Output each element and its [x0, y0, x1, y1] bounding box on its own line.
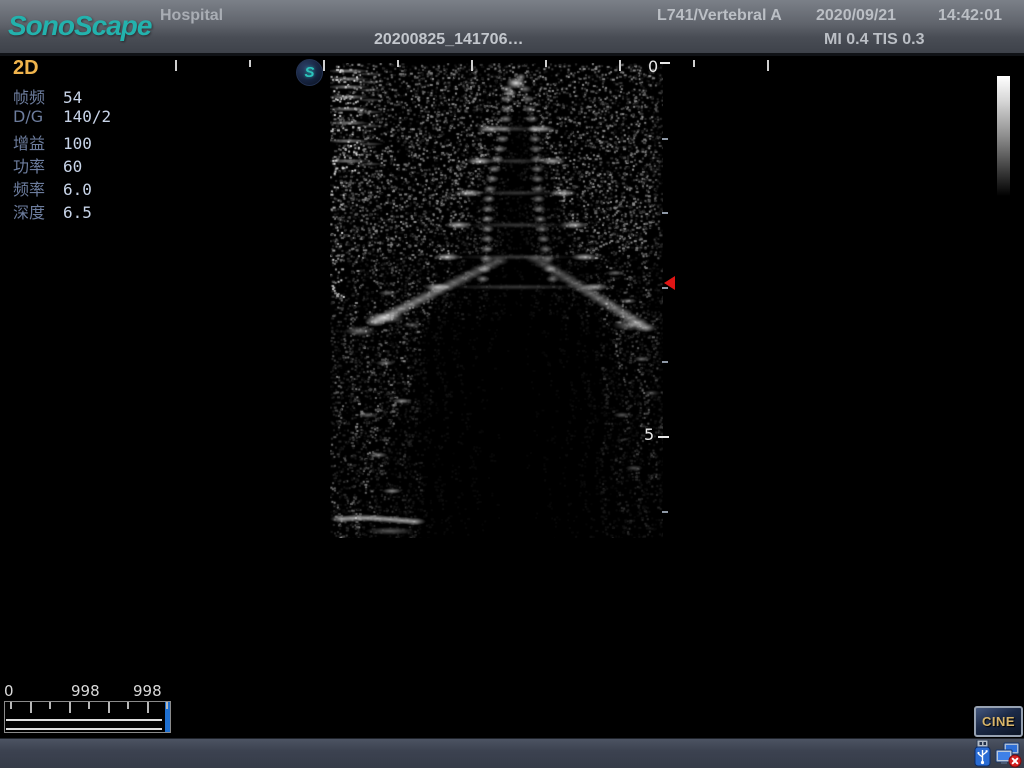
- cine-button[interactable]: CINE: [974, 706, 1023, 737]
- cine-tick: [127, 702, 129, 709]
- param-label: 帧频: [13, 84, 63, 108]
- ruler-tick: [175, 60, 177, 71]
- network-offline-icon[interactable]: [994, 742, 1022, 768]
- grayscale-map-bar: [997, 76, 1010, 196]
- ruler-tick: [471, 60, 473, 71]
- param-value: 140/2: [63, 107, 111, 126]
- focus-marker-icon: [664, 276, 675, 290]
- exam-id: 20200825_141706…: [374, 31, 523, 49]
- param-value: 60: [63, 157, 82, 176]
- sonoscape-logo: SonoScape: [8, 10, 151, 42]
- cine-tick: [49, 702, 51, 709]
- mode-label: 2D: [13, 57, 39, 80]
- cine-track[interactable]: [6, 719, 162, 730]
- ruler-tick: [767, 60, 769, 71]
- probe-preset: L741/Vertebral A: [657, 7, 782, 25]
- hospital-name: Hospital: [160, 7, 223, 25]
- cine-tick: [108, 702, 110, 713]
- param-label: 频率: [13, 176, 63, 200]
- param-value: 6.5: [63, 203, 92, 222]
- cine-tick: [88, 702, 90, 709]
- ruler-tick: [545, 60, 547, 67]
- cine-start-frame: 0: [4, 682, 14, 700]
- cine-total-frames: 998: [133, 682, 162, 700]
- cine-tick: [30, 702, 32, 713]
- depth-tick: [662, 138, 668, 140]
- depth-tick: [658, 436, 669, 438]
- ruler-tick: [249, 60, 251, 67]
- usb-icon[interactable]: [973, 740, 992, 767]
- param-row: 深度6.5: [13, 199, 111, 222]
- cine-tick: [69, 702, 71, 713]
- depth-label-0: 0: [648, 57, 658, 76]
- param-label: 增益: [13, 130, 63, 154]
- cine-tick: [147, 702, 149, 713]
- mi-tis-values: MI 0.4 TIS 0.3: [824, 31, 924, 49]
- cine-tick: [166, 702, 168, 709]
- depth-tick: [662, 361, 668, 363]
- param-row: 功率60: [13, 153, 111, 176]
- param-value: 54: [63, 88, 82, 107]
- ruler-tick: [397, 60, 399, 67]
- param-row: D/G140/2: [13, 107, 111, 130]
- depth-tick: [660, 62, 670, 64]
- param-value: 6.0: [63, 180, 92, 199]
- cine-frame-labels: 0 998 998: [0, 682, 200, 700]
- probe-orientation-icon: S: [296, 59, 323, 86]
- depth-tick: [662, 511, 668, 513]
- ultrasound-screen: SonoScape Hospital 20200825_141706… L741…: [0, 0, 1024, 768]
- cine-current-frame: 998: [71, 682, 100, 700]
- parameter-list: 帧频54D/G140/2增益100功率60频率6.0深度6.5: [13, 84, 111, 222]
- probe-logo-letter: S: [304, 64, 314, 81]
- param-row: 帧频54: [13, 84, 111, 107]
- param-label: 深度: [13, 199, 63, 223]
- param-label: 功率: [13, 153, 63, 177]
- cine-button-label: CINE: [982, 714, 1015, 729]
- cine-scrollbar[interactable]: [4, 701, 171, 733]
- param-value: 100: [63, 134, 92, 153]
- depth-tick: [662, 212, 668, 214]
- ruler-tick: [619, 60, 621, 71]
- param-label: D/G: [13, 107, 63, 126]
- top-bar: SonoScape Hospital 20200825_141706… L741…: [0, 0, 1024, 56]
- ruler-tick: [323, 60, 325, 71]
- param-row: 频率6.0: [13, 176, 111, 199]
- depth-label-5: 5: [644, 425, 654, 444]
- ultrasound-speckle: [330, 63, 663, 538]
- time: 14:42:01: [938, 7, 1002, 25]
- ruler-tick: [693, 60, 695, 67]
- cine-tick: [10, 702, 12, 709]
- param-row: 增益100: [13, 130, 111, 153]
- taskbar: [0, 738, 1024, 768]
- ultrasound-image: [330, 63, 663, 538]
- date: 2020/09/21: [816, 7, 896, 25]
